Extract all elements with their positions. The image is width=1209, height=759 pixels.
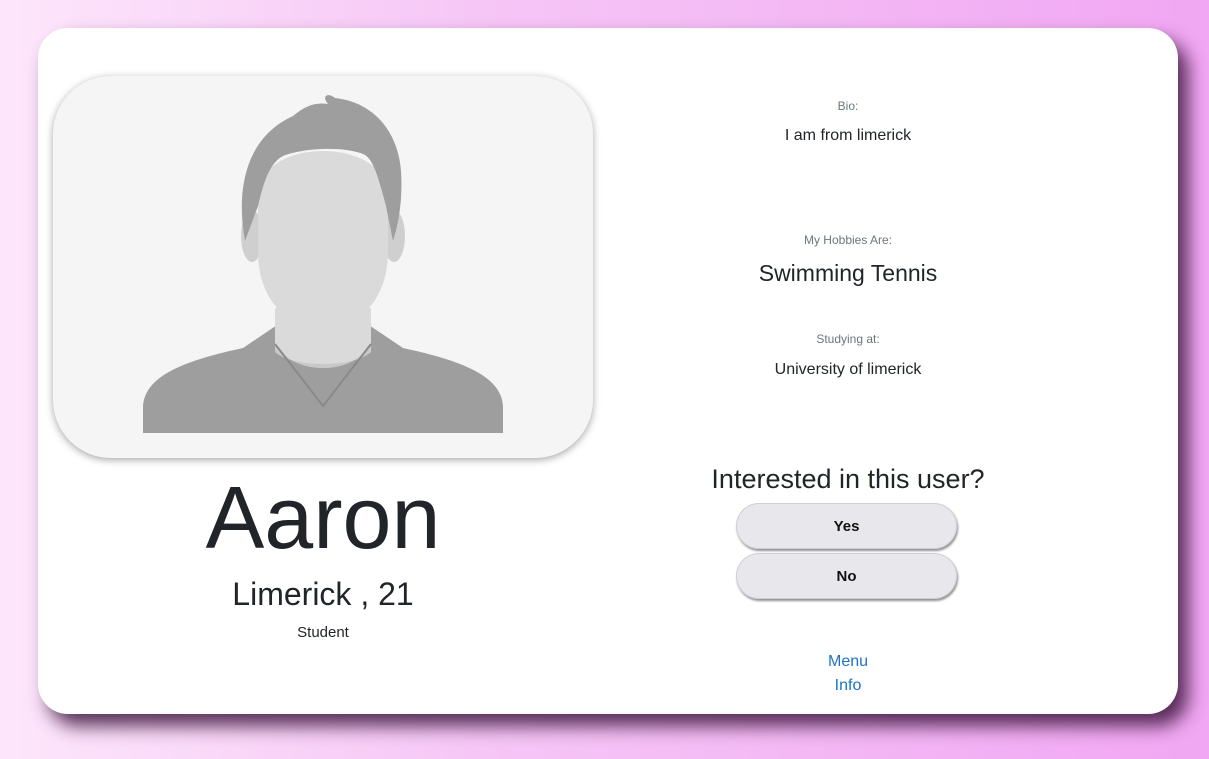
hobbies-label: My Hobbies Are: [803,233,893,247]
study-label: Studying at: [816,332,880,346]
bio-label: Bio: [837,99,859,113]
profile-occupation: Student [297,624,349,641]
profile-location-age: Limerick , 21 [232,576,414,612]
avatar [53,76,593,458]
menu-link[interactable]: Menu [638,651,1058,673]
info-link[interactable]: Info [638,675,1058,697]
hobbies-value: Swimming Tennis [758,260,938,286]
profile-name: Aaron [205,468,441,567]
interest-question: Interested in this user? [711,464,985,494]
study-value: University of limerick [774,361,922,378]
no-button[interactable]: No [736,553,957,599]
yes-button[interactable]: Yes [736,503,957,549]
default-user-avatar-icon [143,95,503,433]
profile-card: Aaron Limerick , 21 Student Bio: I am fr… [38,28,1178,714]
bio-value: I am from limerick [784,127,912,144]
